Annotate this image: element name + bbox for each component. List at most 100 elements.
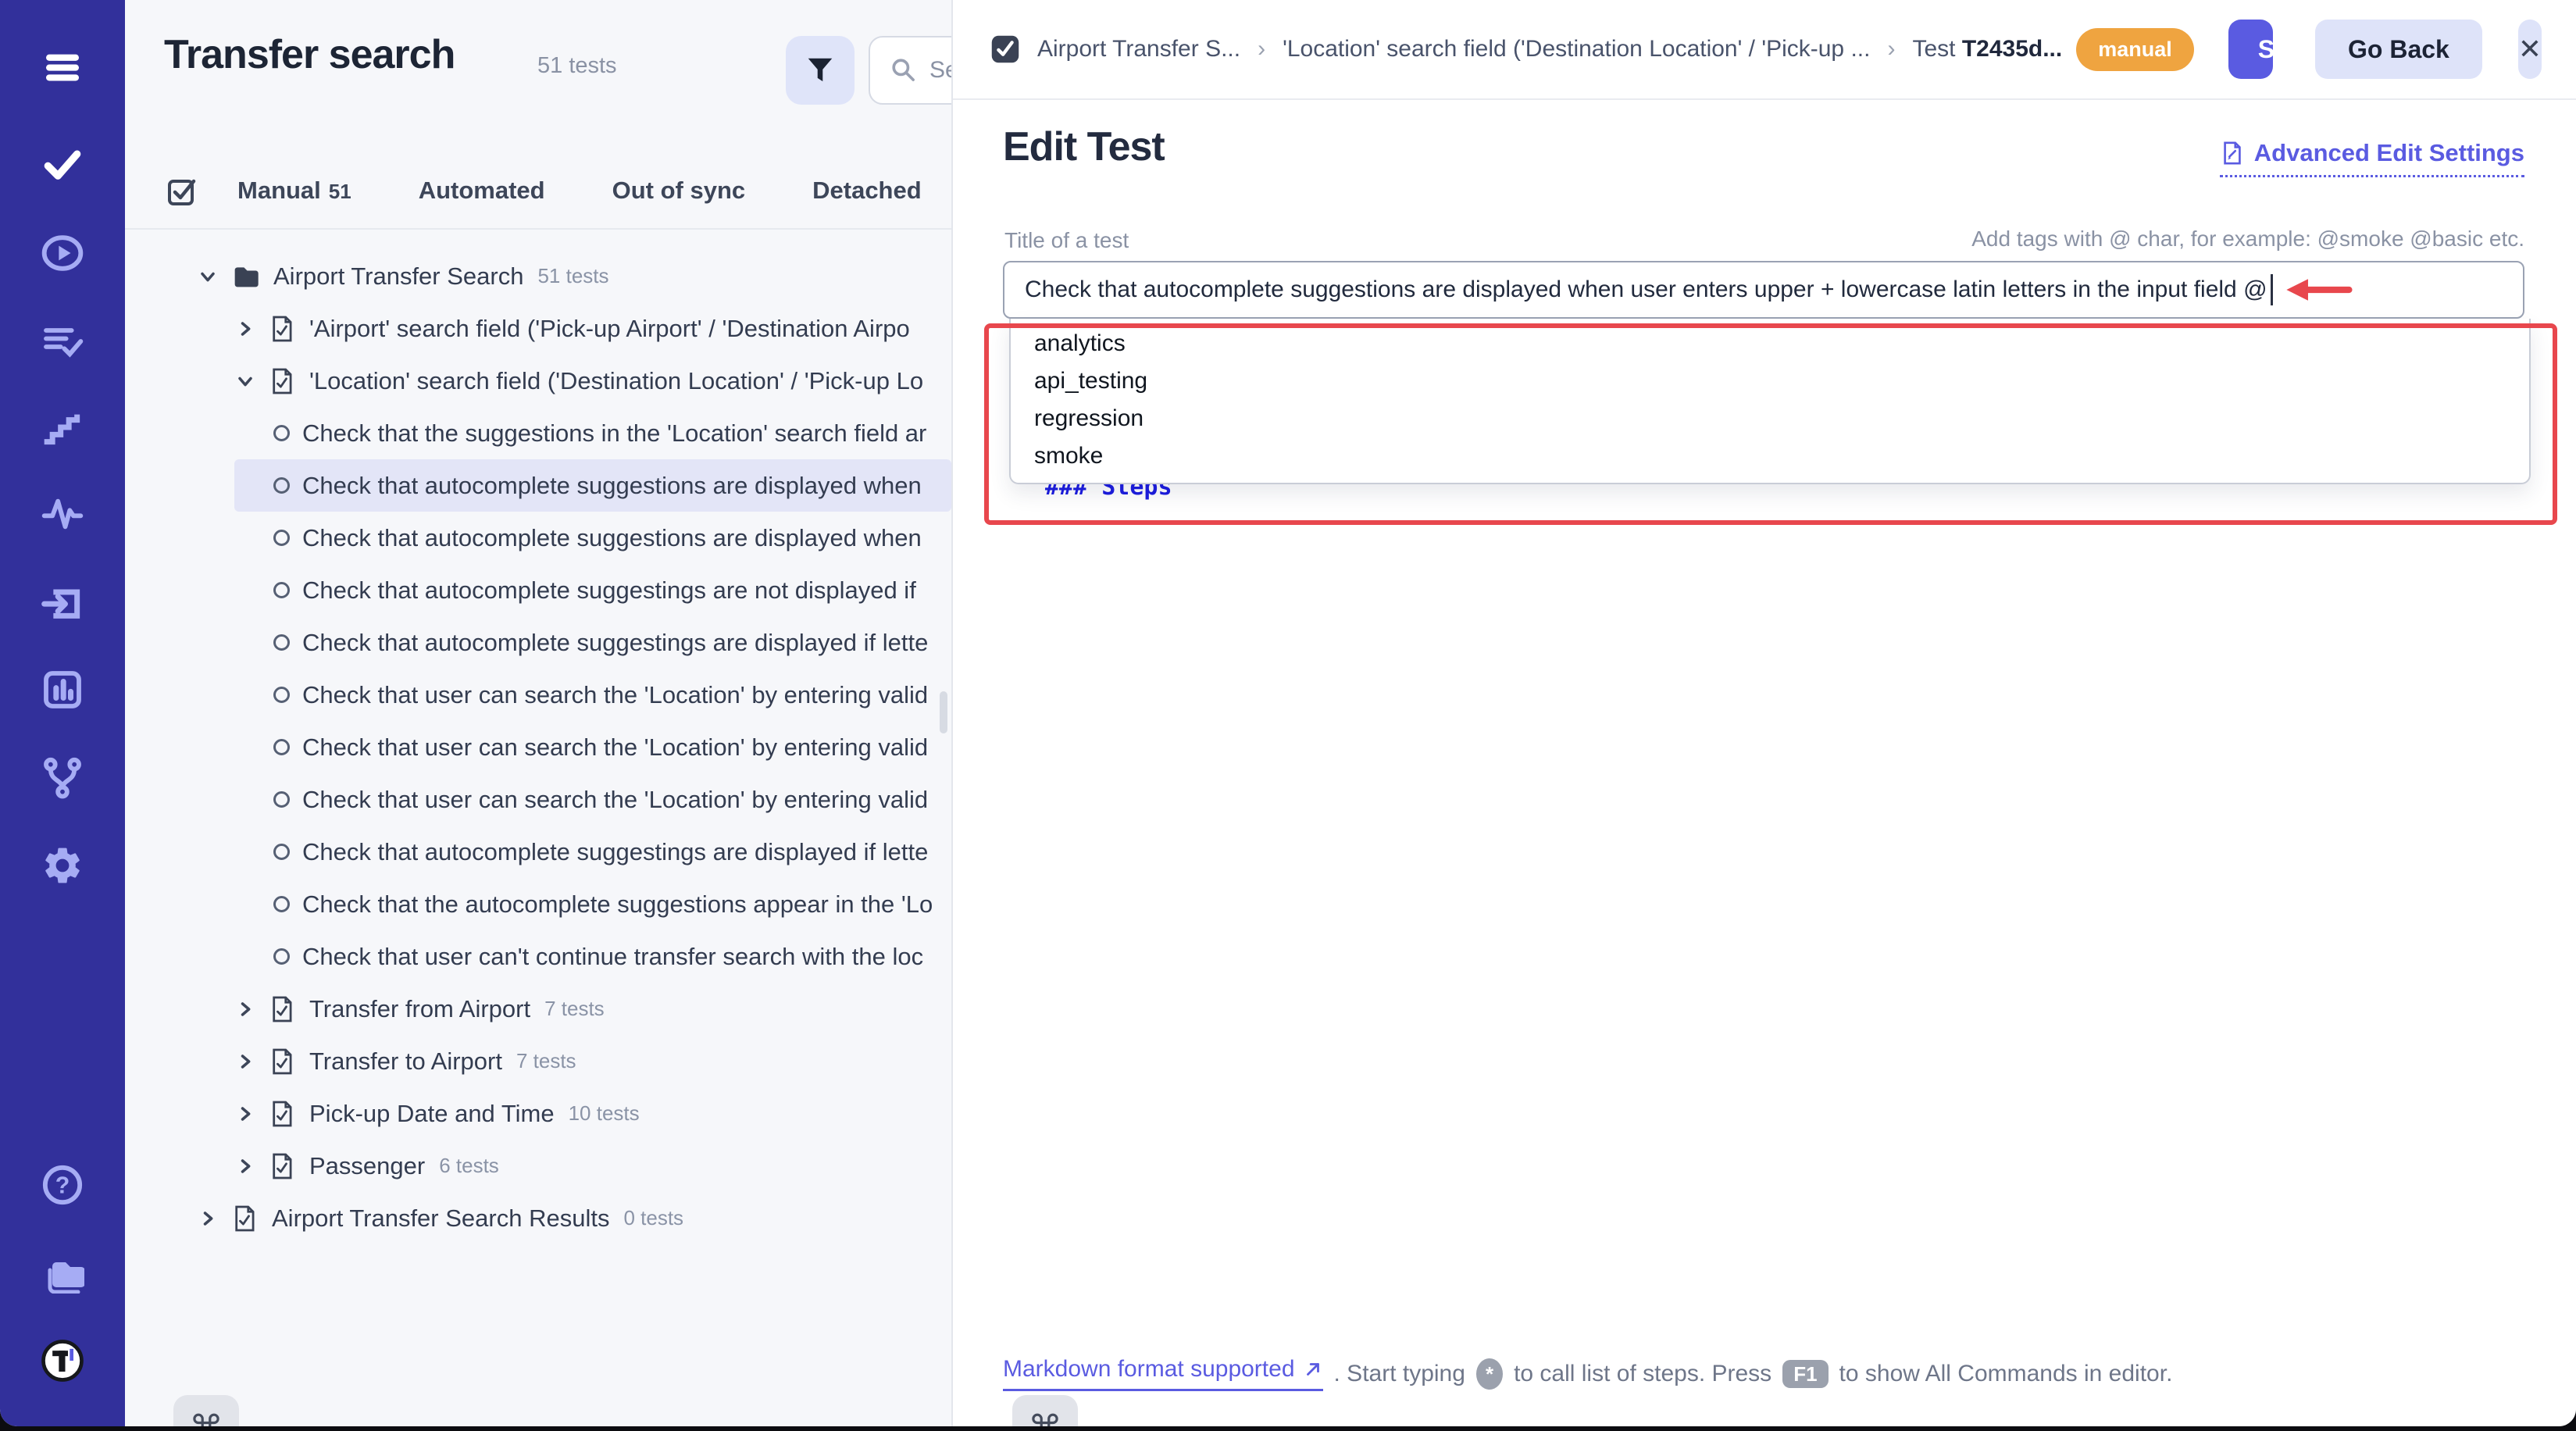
tree-suite[interactable]: 'Location' search field ('Destination Lo… (125, 355, 951, 407)
tab-manual[interactable]: Manual 51 (237, 177, 351, 205)
test-bullet-icon (273, 948, 290, 965)
advanced-edit-settings-link[interactable]: Advanced Edit Settings (2220, 139, 2524, 177)
test-bullet-icon (273, 896, 290, 912)
avatar[interactable] (41, 1339, 84, 1383)
test-bullet-icon (273, 634, 290, 651)
close-button[interactable]: ✕ (2518, 20, 2542, 79)
search-placeholder: Search [C (929, 57, 953, 84)
tab-detached[interactable]: Detached (812, 177, 922, 205)
external-link-icon (1303, 1359, 1323, 1379)
save-button[interactable]: Save (2228, 20, 2273, 79)
tag-suggestion[interactable]: smoke (1011, 437, 2529, 475)
asterisk-key-badge: * (1476, 1358, 1503, 1390)
chevron-right-icon[interactable] (234, 1051, 256, 1072)
help-icon[interactable]: ? (41, 1163, 84, 1207)
tree-scrollbar[interactable] (940, 691, 947, 733)
steps-icon[interactable] (41, 405, 84, 449)
breadcrumb-test-prefix: Test (1912, 36, 1961, 62)
tree-root-folder[interactable]: Airport Transfer Search 51 tests (125, 250, 951, 302)
tree-test[interactable]: Check that the autocomplete suggestions … (125, 878, 951, 930)
svg-text:?: ? (55, 1173, 70, 1199)
tree-suite[interactable]: Passenger 6 tests (125, 1140, 951, 1192)
test-bullet-icon (273, 739, 290, 755)
tree-suite[interactable]: Pick-up Date and Time 10 tests (125, 1087, 951, 1140)
tag-suggestion[interactable]: api_testing (1011, 362, 2529, 400)
command-key-badge[interactable]: ⌘ (1012, 1395, 1078, 1426)
menu-icon[interactable] (41, 45, 84, 89)
markdown-supported-link[interactable]: Markdown format supported (1003, 1356, 1323, 1391)
chevron-right-icon[interactable] (234, 318, 256, 340)
command-key-badge[interactable]: ⌘ (173, 1395, 239, 1426)
tag-suggestion[interactable]: analytics (1011, 325, 2529, 362)
tree-test[interactable]: Check that autocomplete suggestings are … (125, 564, 951, 616)
folders-icon[interactable] (41, 1250, 84, 1294)
title-field-label: Title of a test (1004, 228, 1129, 253)
settings-doc-icon (2220, 141, 2245, 166)
breadcrumb-segment[interactable]: Airport Transfer S... (1037, 36, 1240, 62)
doc-check-icon (267, 994, 297, 1024)
tree-node-label: Airport Transfer Search Results (272, 1204, 609, 1233)
save-split-button[interactable]: Save (2228, 20, 2273, 79)
suite-test-count: 51 tests (537, 53, 617, 79)
tab-automated[interactable]: Automated (419, 177, 545, 205)
f1-key-badge: F1 (1782, 1360, 1828, 1388)
test-title-input[interactable]: Check that autocomplete suggestions are … (1003, 261, 2524, 319)
tree-suite[interactable]: Transfer to Airport 7 tests (125, 1035, 951, 1087)
footer-text: . Start typing (1334, 1361, 1465, 1387)
breadcrumb-segment[interactable]: 'Location' search field ('Destination Lo… (1283, 36, 1870, 62)
chevron-right-icon[interactable] (197, 1208, 219, 1229)
bar-chart-icon[interactable] (41, 668, 84, 712)
test-label: Check that user can search the 'Location… (302, 786, 928, 814)
tests-check-icon[interactable] (41, 142, 84, 186)
tree-test[interactable]: Check that autocomplete suggestings are … (125, 616, 951, 669)
tree-node-label: Passenger (309, 1152, 425, 1180)
select-tests-icon[interactable] (164, 173, 200, 209)
search-input[interactable]: Search [C (869, 36, 953, 105)
tree-node-count: 7 tests (544, 997, 605, 1021)
tree-node-label: Airport Transfer Search (273, 262, 523, 291)
tree-test[interactable]: Check that user can't continue transfer … (125, 930, 951, 983)
pulse-icon[interactable] (41, 492, 84, 536)
tree-node-count: 7 tests (516, 1049, 576, 1073)
git-branch-icon[interactable] (41, 755, 84, 799)
test-label: Check that autocomplete suggestings are … (302, 838, 928, 866)
chevron-right-icon[interactable] (234, 1155, 256, 1177)
filter-button[interactable] (786, 36, 855, 105)
tree-test[interactable]: Check that user can search the 'Location… (125, 721, 951, 773)
tree-node-count: 10 tests (569, 1101, 640, 1126)
test-tree: Airport Transfer Search 51 tests 'Airpor… (125, 250, 951, 1244)
tag-suggestion[interactable]: regression (1011, 400, 2529, 437)
tree-suite[interactable]: 'Airport' search field ('Pick-up Airport… (125, 302, 951, 355)
text-cursor (2271, 274, 2273, 305)
advanced-edit-settings-label: Advanced Edit Settings (2254, 139, 2524, 167)
play-circle-icon[interactable] (41, 231, 84, 275)
tree-test[interactable]: Check that the suggestions in the 'Locat… (125, 407, 951, 459)
go-back-button[interactable]: Go Back (2315, 20, 2482, 79)
editor-header: Airport Transfer S... › 'Location' searc… (953, 0, 2576, 100)
tab-out-of-sync[interactable]: Out of sync (612, 177, 746, 205)
tree-header: Transfer search 51 tests Search [C ✕ (125, 0, 951, 153)
tree-test-selected[interactable]: Check that autocomplete suggestions are … (234, 459, 951, 512)
breadcrumb-test-segment[interactable]: Test T2435d... (1912, 36, 2062, 62)
tree-test[interactable]: Check that user can search the 'Location… (125, 669, 951, 721)
app-window: ? Transfer search 51 tests Search [C ✕ (0, 0, 2576, 1426)
tree-results-folder[interactable]: Airport Transfer Search Results 0 tests (125, 1192, 951, 1244)
gear-icon[interactable] (41, 844, 84, 887)
chevron-down-icon[interactable] (197, 266, 219, 287)
import-icon[interactable] (41, 581, 84, 625)
tree-test[interactable]: Check that autocomplete suggestions are … (125, 512, 951, 564)
tree-test[interactable]: Check that autocomplete suggestings are … (125, 826, 951, 878)
chevron-right-icon[interactable] (234, 998, 256, 1020)
status-badge: manual (2076, 28, 2194, 71)
chevron-down-icon[interactable] (234, 370, 256, 392)
tree-test[interactable]: Check that user can search the 'Location… (125, 773, 951, 826)
folder-icon (230, 261, 261, 292)
test-bullet-icon (273, 530, 290, 546)
footer-text: to call list of steps. Press (1514, 1361, 1771, 1387)
tree-suite[interactable]: Transfer from Airport 7 tests (125, 983, 951, 1035)
tree-node-label: Transfer from Airport (309, 995, 530, 1023)
tab-manual-count: 51 (329, 180, 351, 204)
chevron-right-icon[interactable] (234, 1103, 256, 1125)
list-check-icon[interactable] (41, 319, 84, 363)
test-bullet-icon (273, 791, 290, 808)
